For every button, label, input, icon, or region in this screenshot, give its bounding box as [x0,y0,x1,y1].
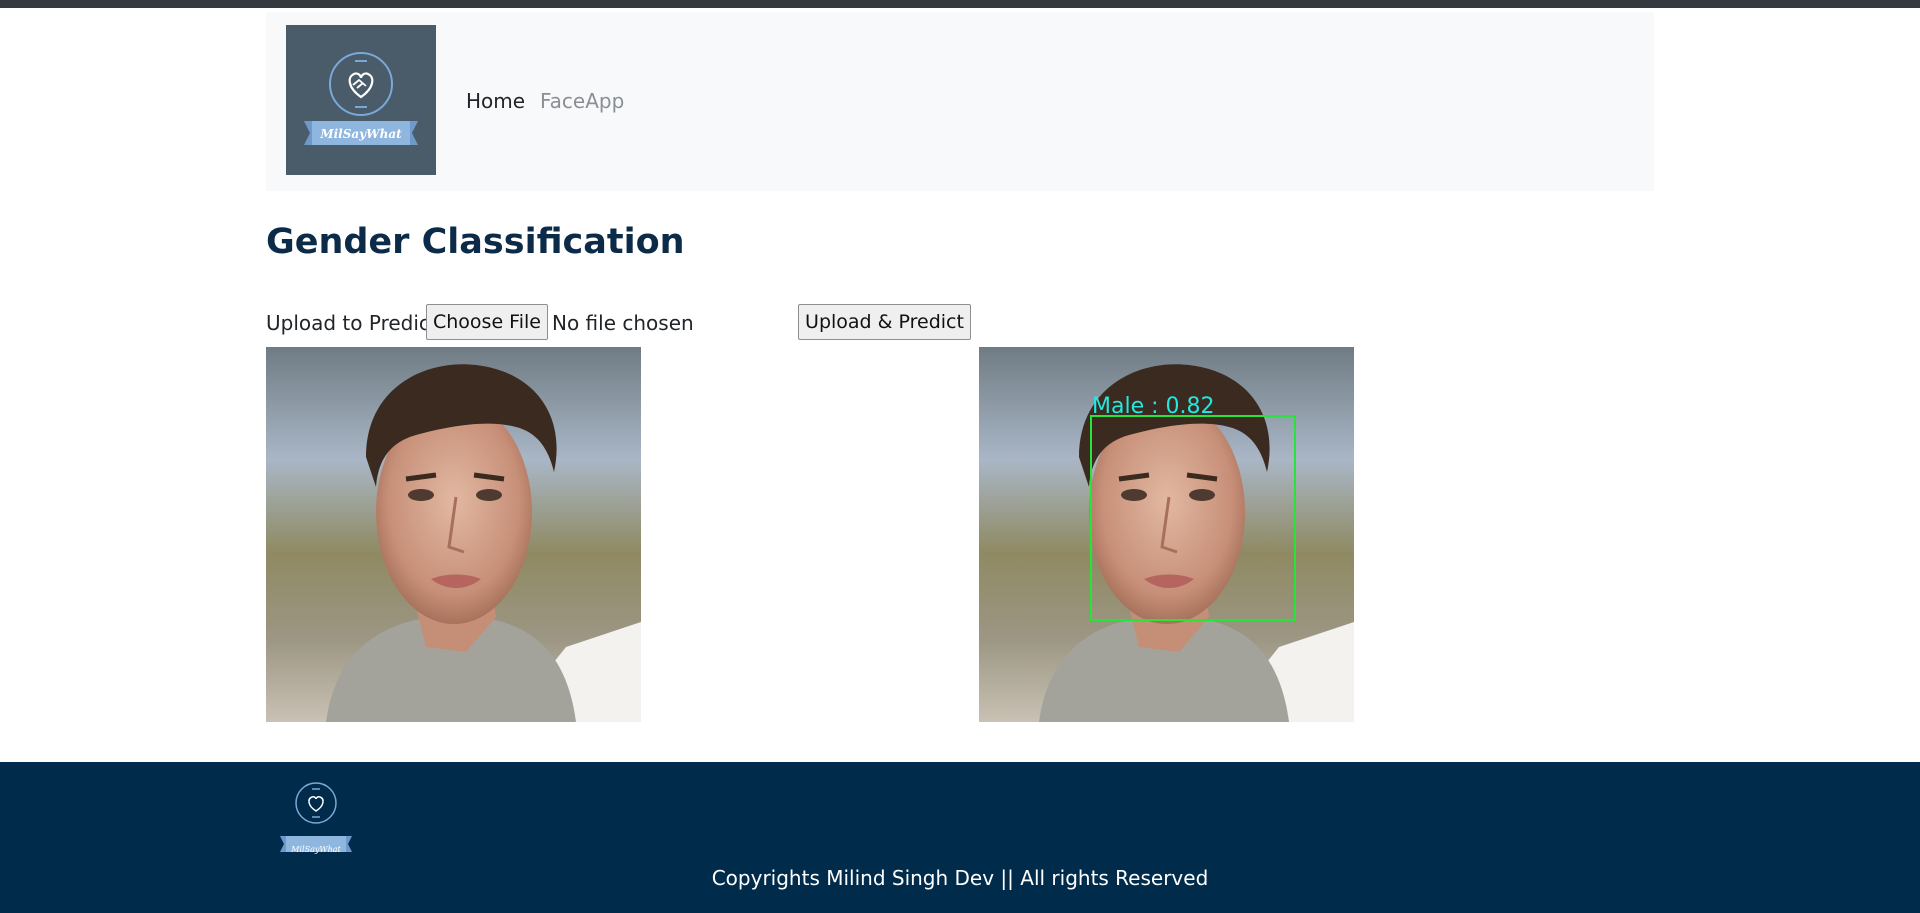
nav-home-link[interactable]: Home [466,89,525,113]
footer-logo: MilSayWhat [280,780,352,854]
upload-label: Upload to Predict [266,311,438,335]
navbar: MilSayWhat Home FaceApp [266,12,1654,191]
prediction-label: Male : 0.82 [1092,394,1215,419]
footer: MilSayWhat Copyrights Milind Singh Dev |… [0,762,1920,913]
footer-logo-text: MilSayWhat [291,845,341,854]
upload-predict-button[interactable]: Upload & Predict [798,304,971,340]
browser-top-edge [0,0,1920,8]
input-face-image [266,347,641,722]
brand-logo[interactable]: MilSayWhat [286,25,436,175]
page-title: Gender Classification [266,222,685,262]
handshake-heart-icon [304,52,418,145]
file-status-text: No file chosen [552,311,694,335]
nav-faceapp-link[interactable]: FaceApp [540,89,624,113]
choose-file-button[interactable]: Choose File [426,304,548,340]
brand-logo-text: MilSayWhat [320,127,402,141]
output-face-image: Male : 0.82 [979,347,1354,722]
copyright-text: Copyrights Milind Singh Dev || All right… [711,866,1209,890]
